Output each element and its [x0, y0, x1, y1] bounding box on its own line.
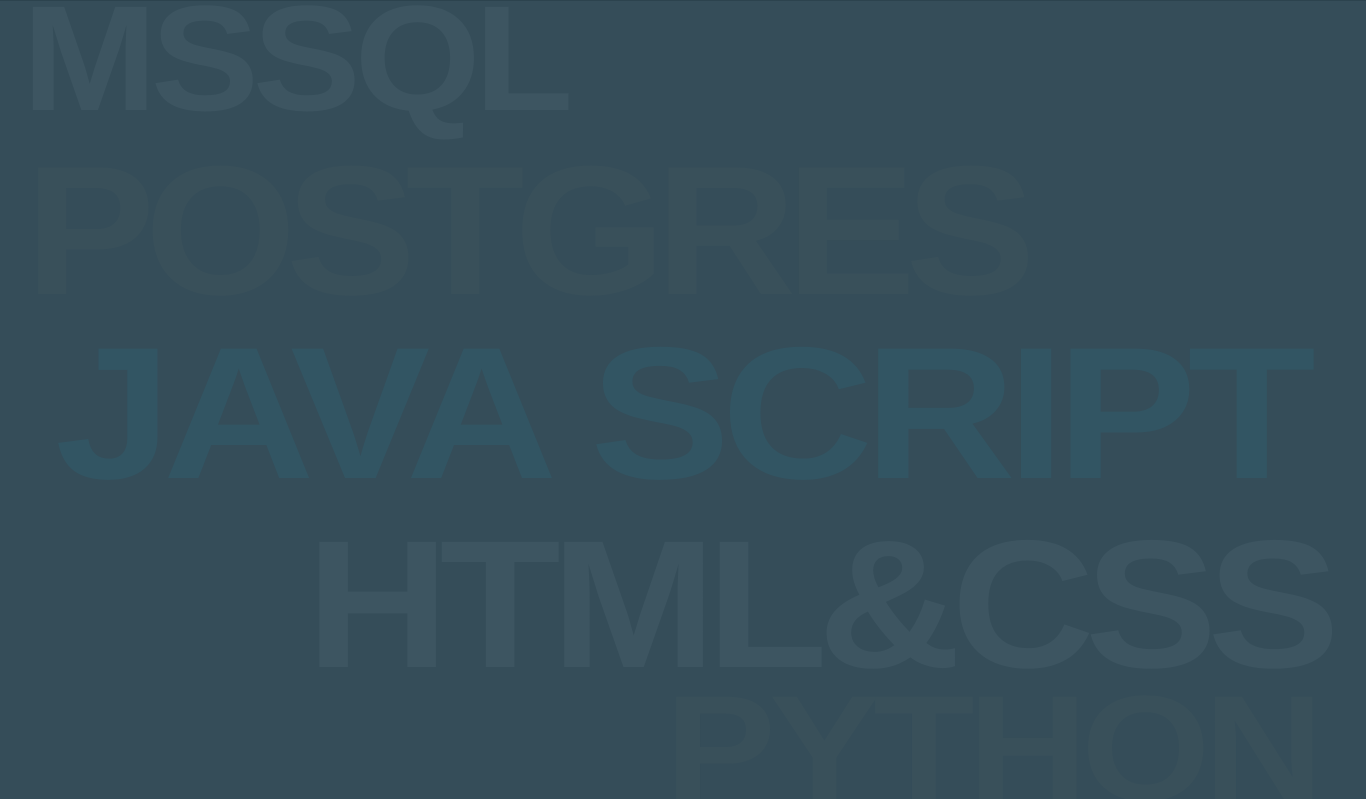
- word-javascript: JAVA SCRIPT: [55, 308, 1316, 518]
- word-postgres: POSTGRES: [25, 127, 1036, 333]
- word-python: PYTHON: [665, 664, 1324, 799]
- typographic-background: MSSQL POSTGRES JAVA SCRIPT HTML&CSS PYTH…: [0, 0, 1366, 799]
- word-mssql: MSSQL: [22, 0, 573, 142]
